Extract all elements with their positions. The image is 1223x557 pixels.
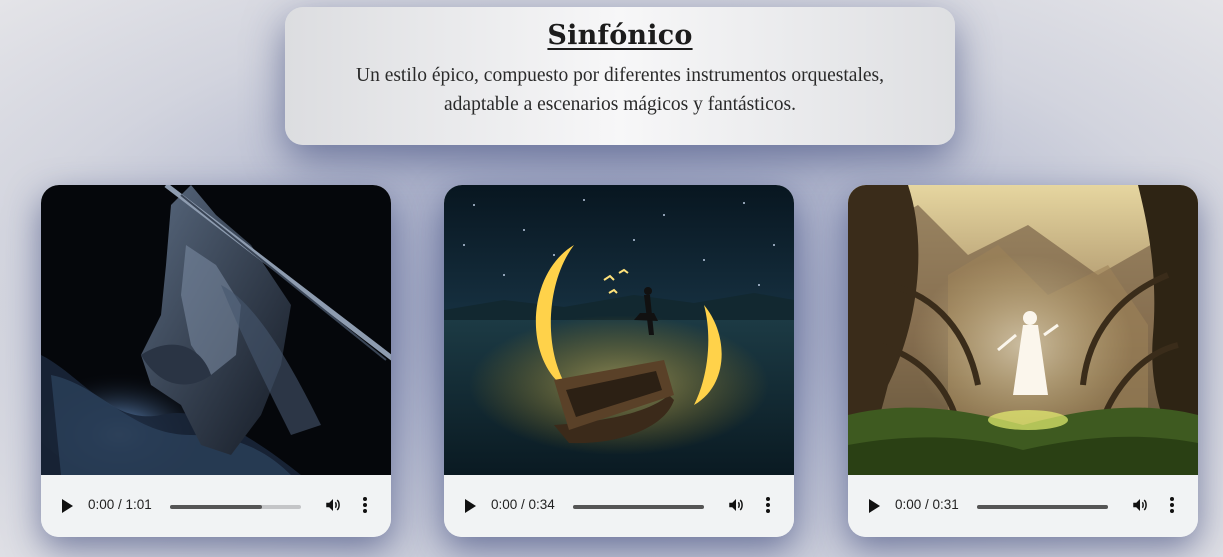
volume-icon[interactable] [324, 496, 342, 514]
more-vertical-icon[interactable] [358, 496, 372, 514]
audio-player-3: 0:00 / 0:31 [848, 475, 1198, 537]
genre-description: Un estilo épico, compuesto por diferente… [355, 65, 884, 115]
audio-card-3: 0:00 / 0:31 [848, 185, 1198, 537]
progress-slider[interactable] [977, 505, 1108, 509]
play-icon[interactable] [465, 499, 476, 513]
audio-card-2: 0:00 / 0:34 [444, 185, 794, 537]
volume-icon[interactable] [1131, 496, 1149, 514]
dark-knight-artwork [41, 185, 391, 475]
volume-icon[interactable] [727, 496, 745, 514]
audio-player-1: 0:00 / 1:01 [41, 475, 391, 537]
play-icon[interactable] [869, 499, 880, 513]
progress-slider[interactable] [170, 505, 301, 509]
progress-fill [573, 505, 704, 509]
time-display: 0:00 / 0:34 [491, 497, 555, 512]
progress-fill [170, 505, 262, 509]
moon-boat-artwork [444, 185, 794, 475]
progress-fill [977, 505, 1108, 509]
genre-title: Sinfónico [547, 20, 693, 51]
time-display: 0:00 / 0:31 [895, 497, 959, 512]
genre-header-card: Sinfónico Un estilo épico, compuesto por… [285, 7, 955, 145]
progress-slider[interactable] [573, 505, 704, 509]
forest-spirit-artwork [848, 185, 1198, 475]
audio-player-2: 0:00 / 0:34 [444, 475, 794, 537]
play-icon[interactable] [62, 499, 73, 513]
audio-card-1: 0:00 / 1:01 [41, 185, 391, 537]
more-vertical-icon[interactable] [761, 496, 775, 514]
time-display: 0:00 / 1:01 [88, 497, 152, 512]
more-vertical-icon[interactable] [1165, 496, 1179, 514]
